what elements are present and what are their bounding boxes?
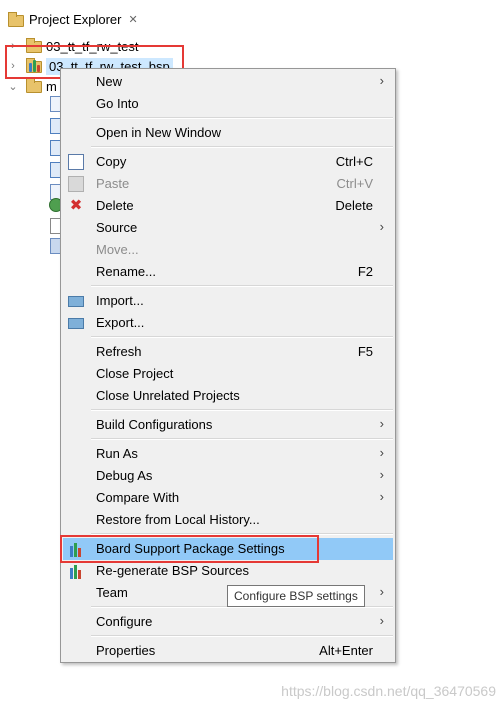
menu-item-copy[interactable]: Copy Ctrl+C (63, 151, 393, 173)
menu-item-build-configurations[interactable]: Build Configurations › (63, 414, 393, 436)
import-icon (68, 296, 84, 307)
menu-item-label: Go Into (96, 96, 139, 111)
menu-item-debug-as[interactable]: Debug As › (63, 465, 393, 487)
submenu-arrow-icon: › (379, 416, 384, 431)
menu-item-label: New (96, 74, 123, 89)
menu-item-run-as[interactable]: Run As › (63, 443, 393, 465)
menu-item-close-project[interactable]: Close Project (63, 363, 393, 385)
project-explorer-tab[interactable]: Project Explorer ✕ (4, 7, 142, 31)
project-explorer-header: Project Explorer ✕ (0, 0, 502, 32)
menu-item-label: Refresh (96, 344, 142, 359)
bsp-icon (68, 563, 84, 579)
menu-item-rename[interactable]: Rename... F2 (63, 261, 393, 283)
menu-separator (91, 438, 393, 440)
export-icon (68, 318, 84, 329)
watermark: https://blog.csdn.net/qq_36470569 (281, 683, 496, 699)
menu-item-label: Import... (96, 293, 144, 308)
project-explorer-title: Project Explorer (29, 11, 122, 27)
menu-item-shortcut: F2 (357, 264, 373, 279)
menu-item-label: Debug As (96, 468, 153, 483)
menu-item-configure[interactable]: Configure › (63, 611, 393, 633)
menu-item-import[interactable]: Import... (63, 290, 393, 312)
project-explorer-icon (8, 12, 24, 27)
menu-item-paste: Paste Ctrl+V (63, 173, 393, 195)
menu-item-label: Run As (96, 446, 138, 461)
copy-icon (68, 154, 84, 170)
menu-highlight-box (60, 535, 319, 563)
tree-item-label: m (46, 78, 57, 94)
menu-item-label: Re-generate BSP Sources (96, 563, 249, 578)
menu-item-export[interactable]: Export... (63, 312, 393, 334)
submenu-arrow-icon: › (379, 445, 384, 460)
menu-item-source[interactable]: Source › (63, 217, 393, 239)
menu-item-shortcut: Ctrl+C (335, 154, 373, 169)
menu-item-delete[interactable]: ✖ Delete Delete (63, 195, 393, 217)
tooltip: Configure BSP settings (227, 585, 365, 607)
menu-item-label: Build Configurations (96, 417, 213, 432)
menu-item-new[interactable]: New › (63, 71, 393, 93)
menu-item-close-unrelated-projects[interactable]: Close Unrelated Projects (63, 385, 393, 407)
menu-separator (91, 146, 393, 148)
menu-item-label: Paste (96, 176, 130, 191)
submenu-arrow-icon: › (379, 219, 384, 234)
menu-item-shortcut: F5 (357, 344, 373, 359)
menu-item-label: Rename... (96, 264, 156, 279)
menu-item-go-into[interactable]: Go Into (63, 93, 393, 115)
menu-item-label: Move... (96, 242, 139, 257)
paste-icon (68, 176, 84, 192)
menu-item-label: Close Project (96, 366, 174, 381)
menu-separator (91, 409, 393, 411)
menu-item-label: Delete (96, 198, 134, 213)
menu-separator (91, 117, 393, 119)
menu-item-label: Compare With (96, 490, 180, 505)
submenu-arrow-icon: › (379, 613, 384, 628)
menu-item-label: Restore from Local History... (96, 512, 260, 527)
menu-separator (91, 336, 393, 338)
tree-item[interactable]: ⌄ m (0, 76, 57, 96)
menu-item-label: Close Unrelated Projects (96, 388, 240, 403)
project-folder-icon (26, 78, 42, 94)
menu-item-move: Move... (63, 239, 393, 261)
menu-item-properties[interactable]: Properties Alt+Enter (63, 640, 393, 662)
submenu-arrow-icon: › (379, 489, 384, 504)
menu-item-label: Copy (96, 154, 127, 169)
context-menu: New › Go Into Open in New Window Copy Ct… (60, 68, 396, 663)
menu-item-label: Properties (96, 643, 156, 658)
menu-item-shortcut: Delete (335, 198, 373, 213)
menu-item-label: Source (96, 220, 138, 235)
menu-item-label: Export... (96, 315, 145, 330)
submenu-arrow-icon: › (379, 467, 384, 482)
menu-item-label: Configure (96, 614, 153, 629)
menu-separator (91, 285, 393, 287)
menu-item-shortcut: Ctrl+V (336, 176, 373, 191)
menu-item-regenerate-bsp-sources[interactable]: Re-generate BSP Sources (63, 560, 393, 582)
menu-item-refresh[interactable]: Refresh F5 (63, 341, 393, 363)
menu-item-label: Team (96, 585, 128, 600)
menu-item-restore-from-local-history[interactable]: Restore from Local History... (63, 509, 393, 531)
menu-separator (91, 533, 393, 535)
submenu-arrow-icon: › (379, 584, 384, 599)
menu-item-label: Open in New Window (96, 125, 221, 140)
menu-item-open-in-new-window[interactable]: Open in New Window (63, 122, 393, 144)
chevron-down-icon[interactable]: ⌄ (6, 80, 20, 93)
menu-item-compare-with[interactable]: Compare With › (63, 487, 393, 509)
delete-icon: ✖ (69, 197, 83, 214)
submenu-arrow-icon: › (379, 73, 384, 88)
menu-item-shortcut: Alt+Enter (319, 643, 373, 658)
close-icon[interactable]: ✕ (128, 13, 137, 26)
menu-separator (91, 635, 393, 637)
